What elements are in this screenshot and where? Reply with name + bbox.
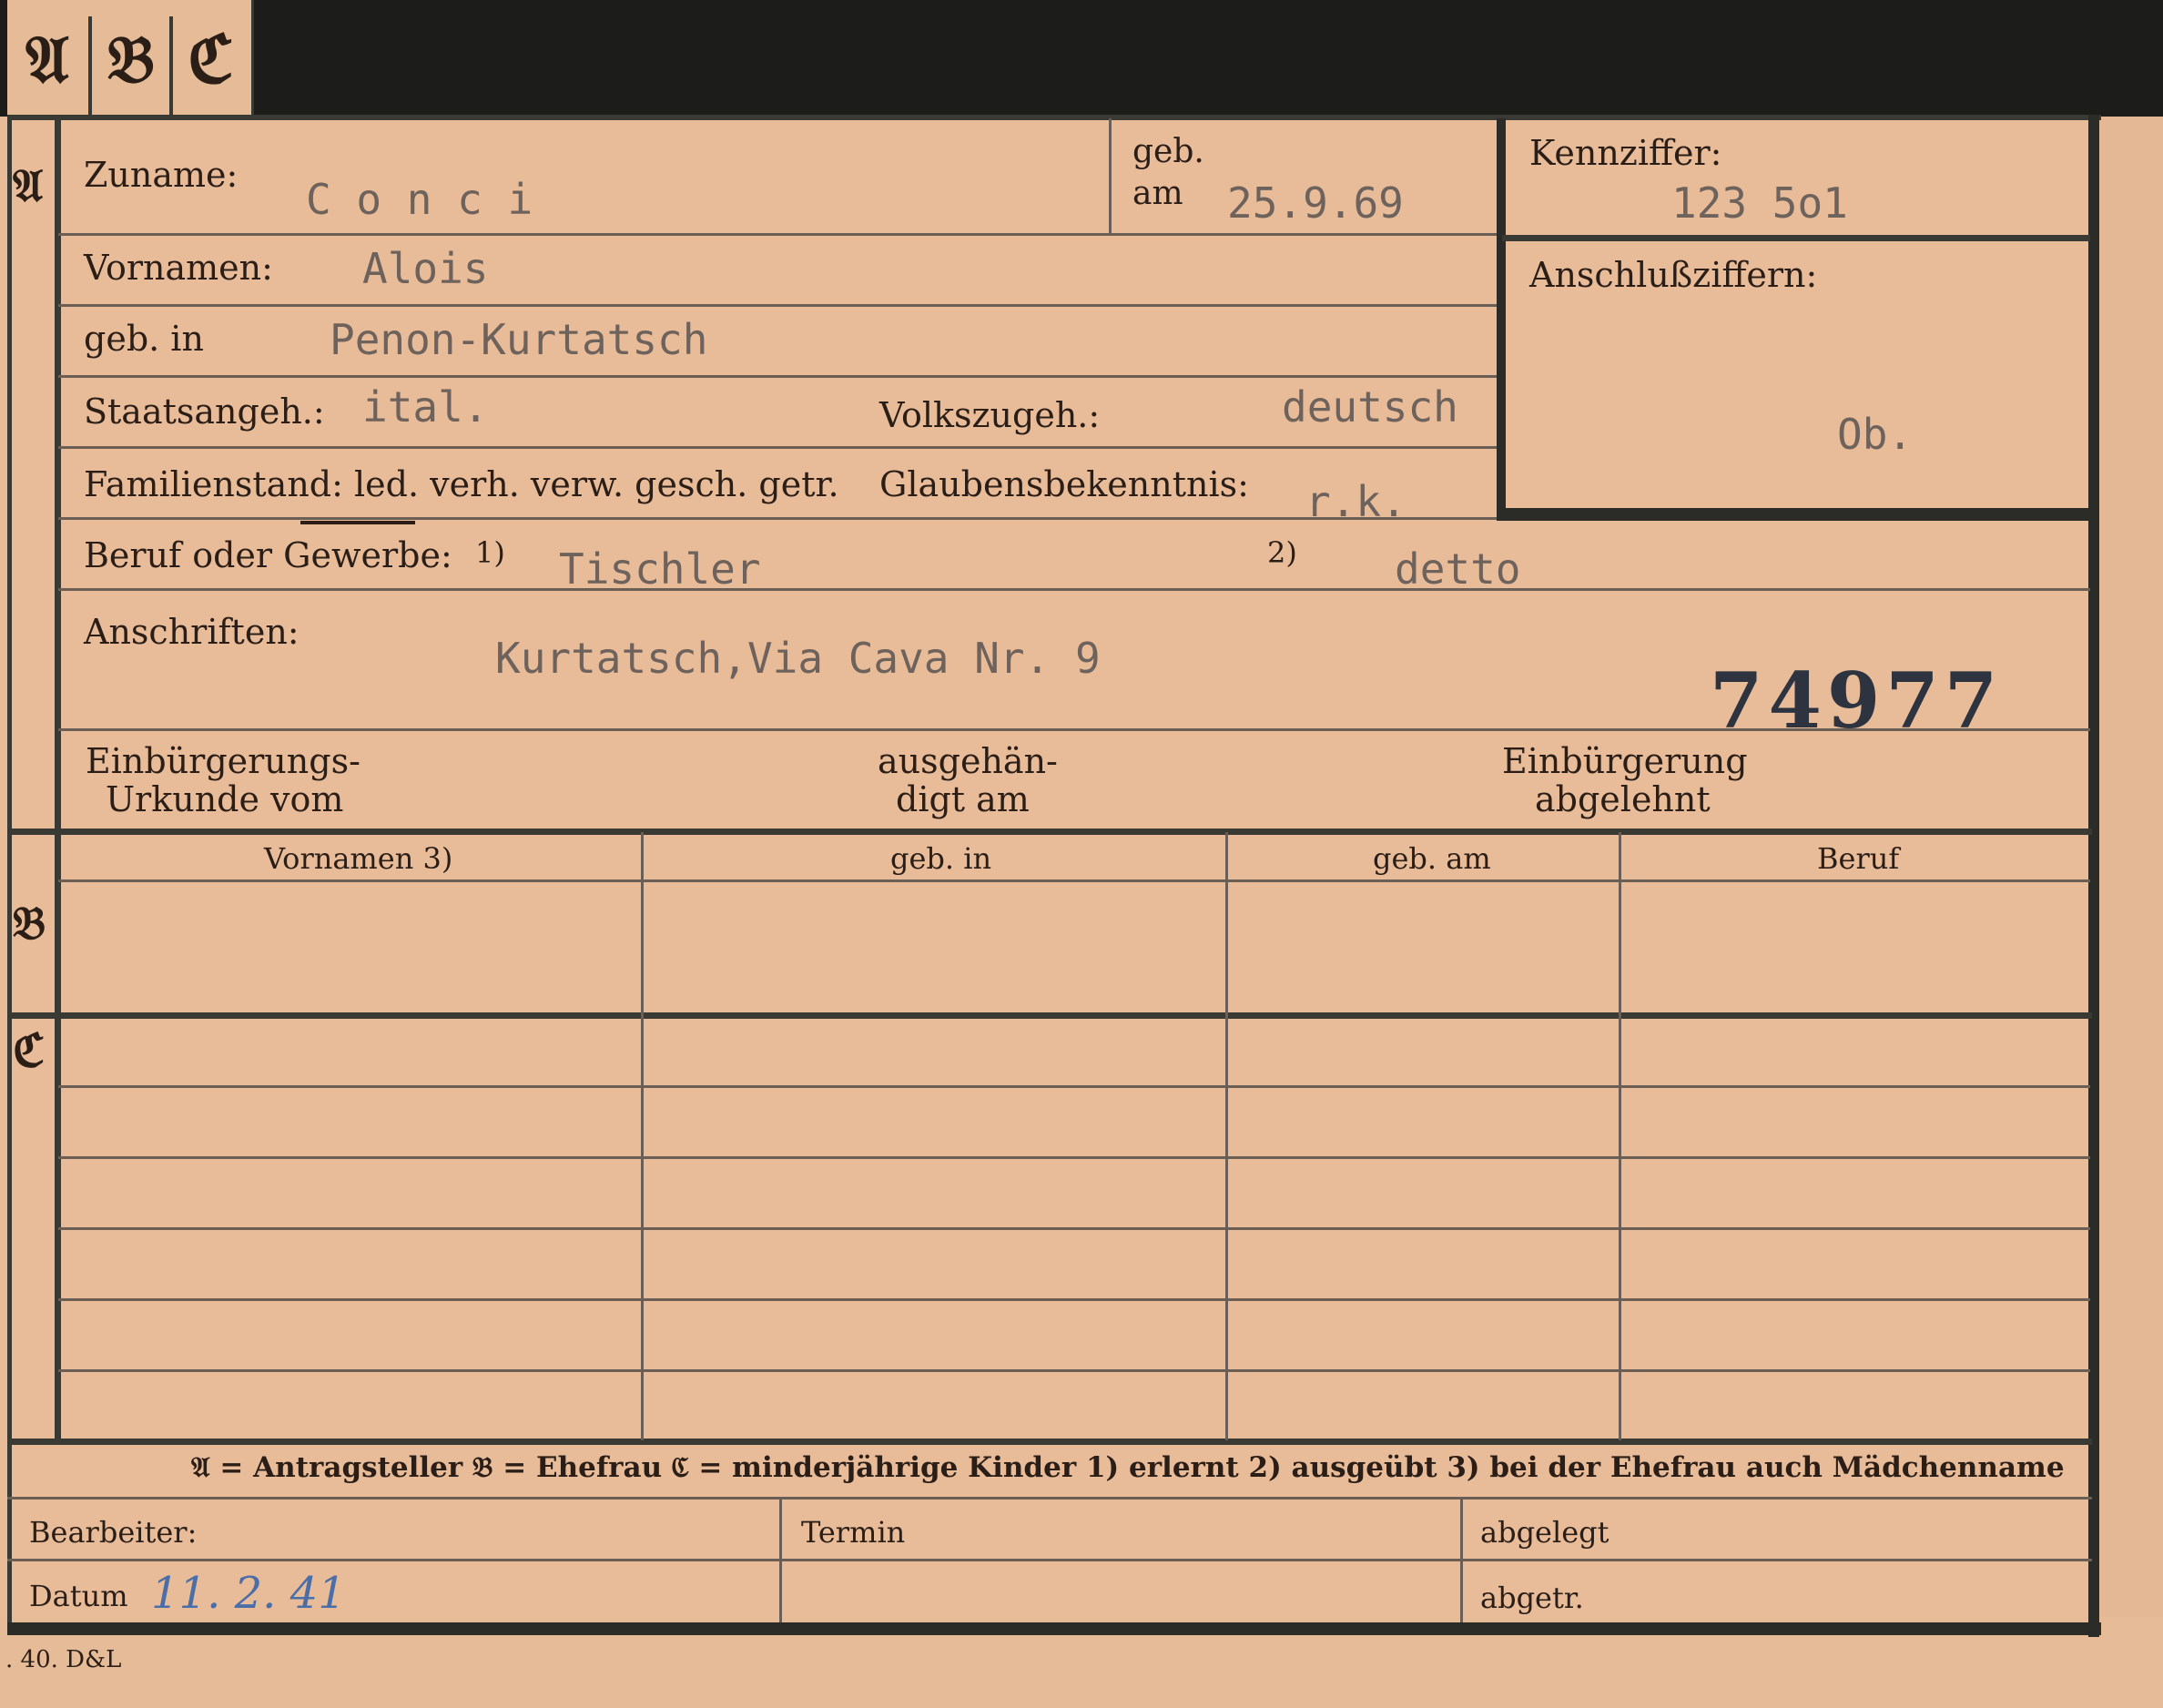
row-line-3 bbox=[58, 375, 1498, 378]
abgetr-label: abgetr. bbox=[1480, 1581, 1584, 1615]
tab-divider-2 bbox=[169, 16, 173, 115]
row-line-2 bbox=[58, 304, 1498, 307]
card-right-flap bbox=[2094, 117, 2163, 1708]
glaubens-value: r.k. bbox=[1305, 477, 1406, 526]
anschluss-value: Ob. bbox=[1837, 410, 1914, 459]
table-bottom bbox=[7, 1439, 2092, 1445]
kennziffer-label: Kennziffer: bbox=[1529, 133, 1722, 173]
beruf-value-2: detto bbox=[1395, 544, 1521, 594]
section-b-top bbox=[7, 829, 2092, 835]
print-mark: . 40. D&L bbox=[5, 1646, 122, 1673]
frame-right bbox=[2088, 115, 2099, 1637]
einb-urkunde-line2: Urkunde vom bbox=[106, 779, 344, 819]
einb-abgelehnt-line1: Einbürgerung bbox=[1502, 741, 1748, 781]
kennziffer-box-mid bbox=[1502, 235, 2090, 241]
footer-mid-line bbox=[7, 1559, 2092, 1561]
footer-divider-1 bbox=[779, 1499, 782, 1622]
abgelegt-label: abgelegt bbox=[1480, 1515, 1610, 1550]
datum-value: 11. 2. 41 bbox=[151, 1568, 346, 1619]
vornamen-label: Vornamen: bbox=[84, 248, 273, 288]
termin-label: Termin bbox=[801, 1515, 906, 1550]
anschluss-label: Anschlußziffern: bbox=[1529, 255, 1818, 295]
table-col-divider-3 bbox=[1619, 832, 1621, 1440]
table-header-beruf: Beruf bbox=[1817, 841, 1900, 876]
beruf-note-2: 2) bbox=[1267, 535, 1297, 570]
frame-top bbox=[7, 115, 2101, 120]
row-line-1 bbox=[58, 233, 1498, 236]
tab-letter-b: 𝔅 bbox=[107, 20, 155, 97]
zuname-label: Zuname: bbox=[84, 155, 239, 195]
am-label: am bbox=[1132, 175, 1183, 212]
section-marker-a: 𝔄 bbox=[13, 158, 44, 212]
geb-label: geb. bbox=[1132, 133, 1204, 170]
c-row-line-4 bbox=[58, 1298, 2090, 1301]
familienstand-underline bbox=[300, 521, 415, 524]
c-row-line-1 bbox=[58, 1085, 2090, 1088]
marker-column-line bbox=[55, 115, 61, 1439]
row-line-4 bbox=[58, 446, 1498, 449]
legend: 𝔄 = Antragsteller 𝔅 = Ehefrau ℭ = minder… bbox=[191, 1451, 2065, 1484]
kennziffer-value: 123 5o1 bbox=[1671, 178, 1848, 228]
bearbeiter-label: Bearbeiter: bbox=[29, 1515, 198, 1550]
tab-divider-1 bbox=[88, 16, 92, 115]
glaubens-label: Glaubensbekenntnis: bbox=[879, 464, 1249, 504]
familienstand-label: Familienstand: led. verh. verw. gesch. g… bbox=[84, 464, 839, 504]
table-header-geb-am: geb. am bbox=[1373, 841, 1491, 876]
volkszugeh-value: deutsch bbox=[1282, 382, 1458, 432]
geb-in-label: geb. in bbox=[84, 319, 204, 359]
scan-background-top bbox=[0, 0, 2163, 117]
frame-bottom bbox=[7, 1622, 2101, 1635]
table-col-divider-1 bbox=[641, 832, 644, 1440]
datum-label: Datum bbox=[29, 1579, 128, 1613]
geb-am-value: 25.9.69 bbox=[1227, 178, 1404, 228]
volkszugeh-label: Volkszugeh.: bbox=[879, 395, 1101, 435]
tab-letter-c: ℭ bbox=[188, 20, 234, 97]
anschriften-label: Anschriften: bbox=[84, 612, 300, 652]
c-row-line-3 bbox=[58, 1227, 2090, 1230]
zuname-value: C o n c i bbox=[306, 175, 533, 224]
einb-abgelehnt-line2: abgelehnt bbox=[1535, 779, 1711, 819]
beruf-label: Beruf oder Gewerbe: bbox=[84, 535, 452, 575]
staatsangeh-label: Staatsangeh.: bbox=[84, 391, 325, 432]
table-header-geb-in: geb. in bbox=[890, 841, 992, 876]
geb-in-value: Penon-Kurtatsch bbox=[330, 315, 708, 364]
anschriften-value: Kurtatsch,Via Cava Nr. 9 bbox=[495, 634, 1101, 683]
c-row-line-2 bbox=[58, 1156, 2090, 1159]
section-c-top bbox=[7, 1012, 2092, 1019]
einb-urkunde-line1: Einbürgerungs- bbox=[86, 741, 360, 781]
frame-left bbox=[7, 115, 12, 1622]
ausgehaendigt-line1: ausgehän- bbox=[878, 741, 1058, 781]
table-col-divider-2 bbox=[1225, 832, 1228, 1440]
c-row-line-5 bbox=[58, 1369, 2090, 1372]
staatsangeh-value: ital. bbox=[362, 382, 489, 432]
section-marker-b: 𝔅 bbox=[13, 896, 46, 950]
row-line-6 bbox=[58, 588, 2090, 591]
kennziffer-box-left bbox=[1497, 118, 1506, 521]
table-header-line bbox=[58, 879, 2090, 882]
beruf-value-1: Tischler bbox=[559, 544, 761, 594]
tab-letter-a: 𝔄 bbox=[25, 20, 69, 97]
kennziffer-box-bottom bbox=[1502, 508, 2090, 521]
geb-column-divider bbox=[1109, 118, 1112, 233]
table-header-vornamen: Vornamen 3) bbox=[264, 841, 453, 876]
vornamen-value: Alois bbox=[362, 244, 489, 293]
beruf-note-1: 1) bbox=[475, 535, 505, 570]
footer-divider-2 bbox=[1460, 1499, 1463, 1622]
stamp-number: 74977 bbox=[1710, 656, 2004, 746]
section-marker-c: ℭ bbox=[13, 1023, 46, 1077]
legend-bottom-line bbox=[7, 1497, 2092, 1500]
ausgehaendigt-line2: digt am bbox=[896, 779, 1030, 819]
